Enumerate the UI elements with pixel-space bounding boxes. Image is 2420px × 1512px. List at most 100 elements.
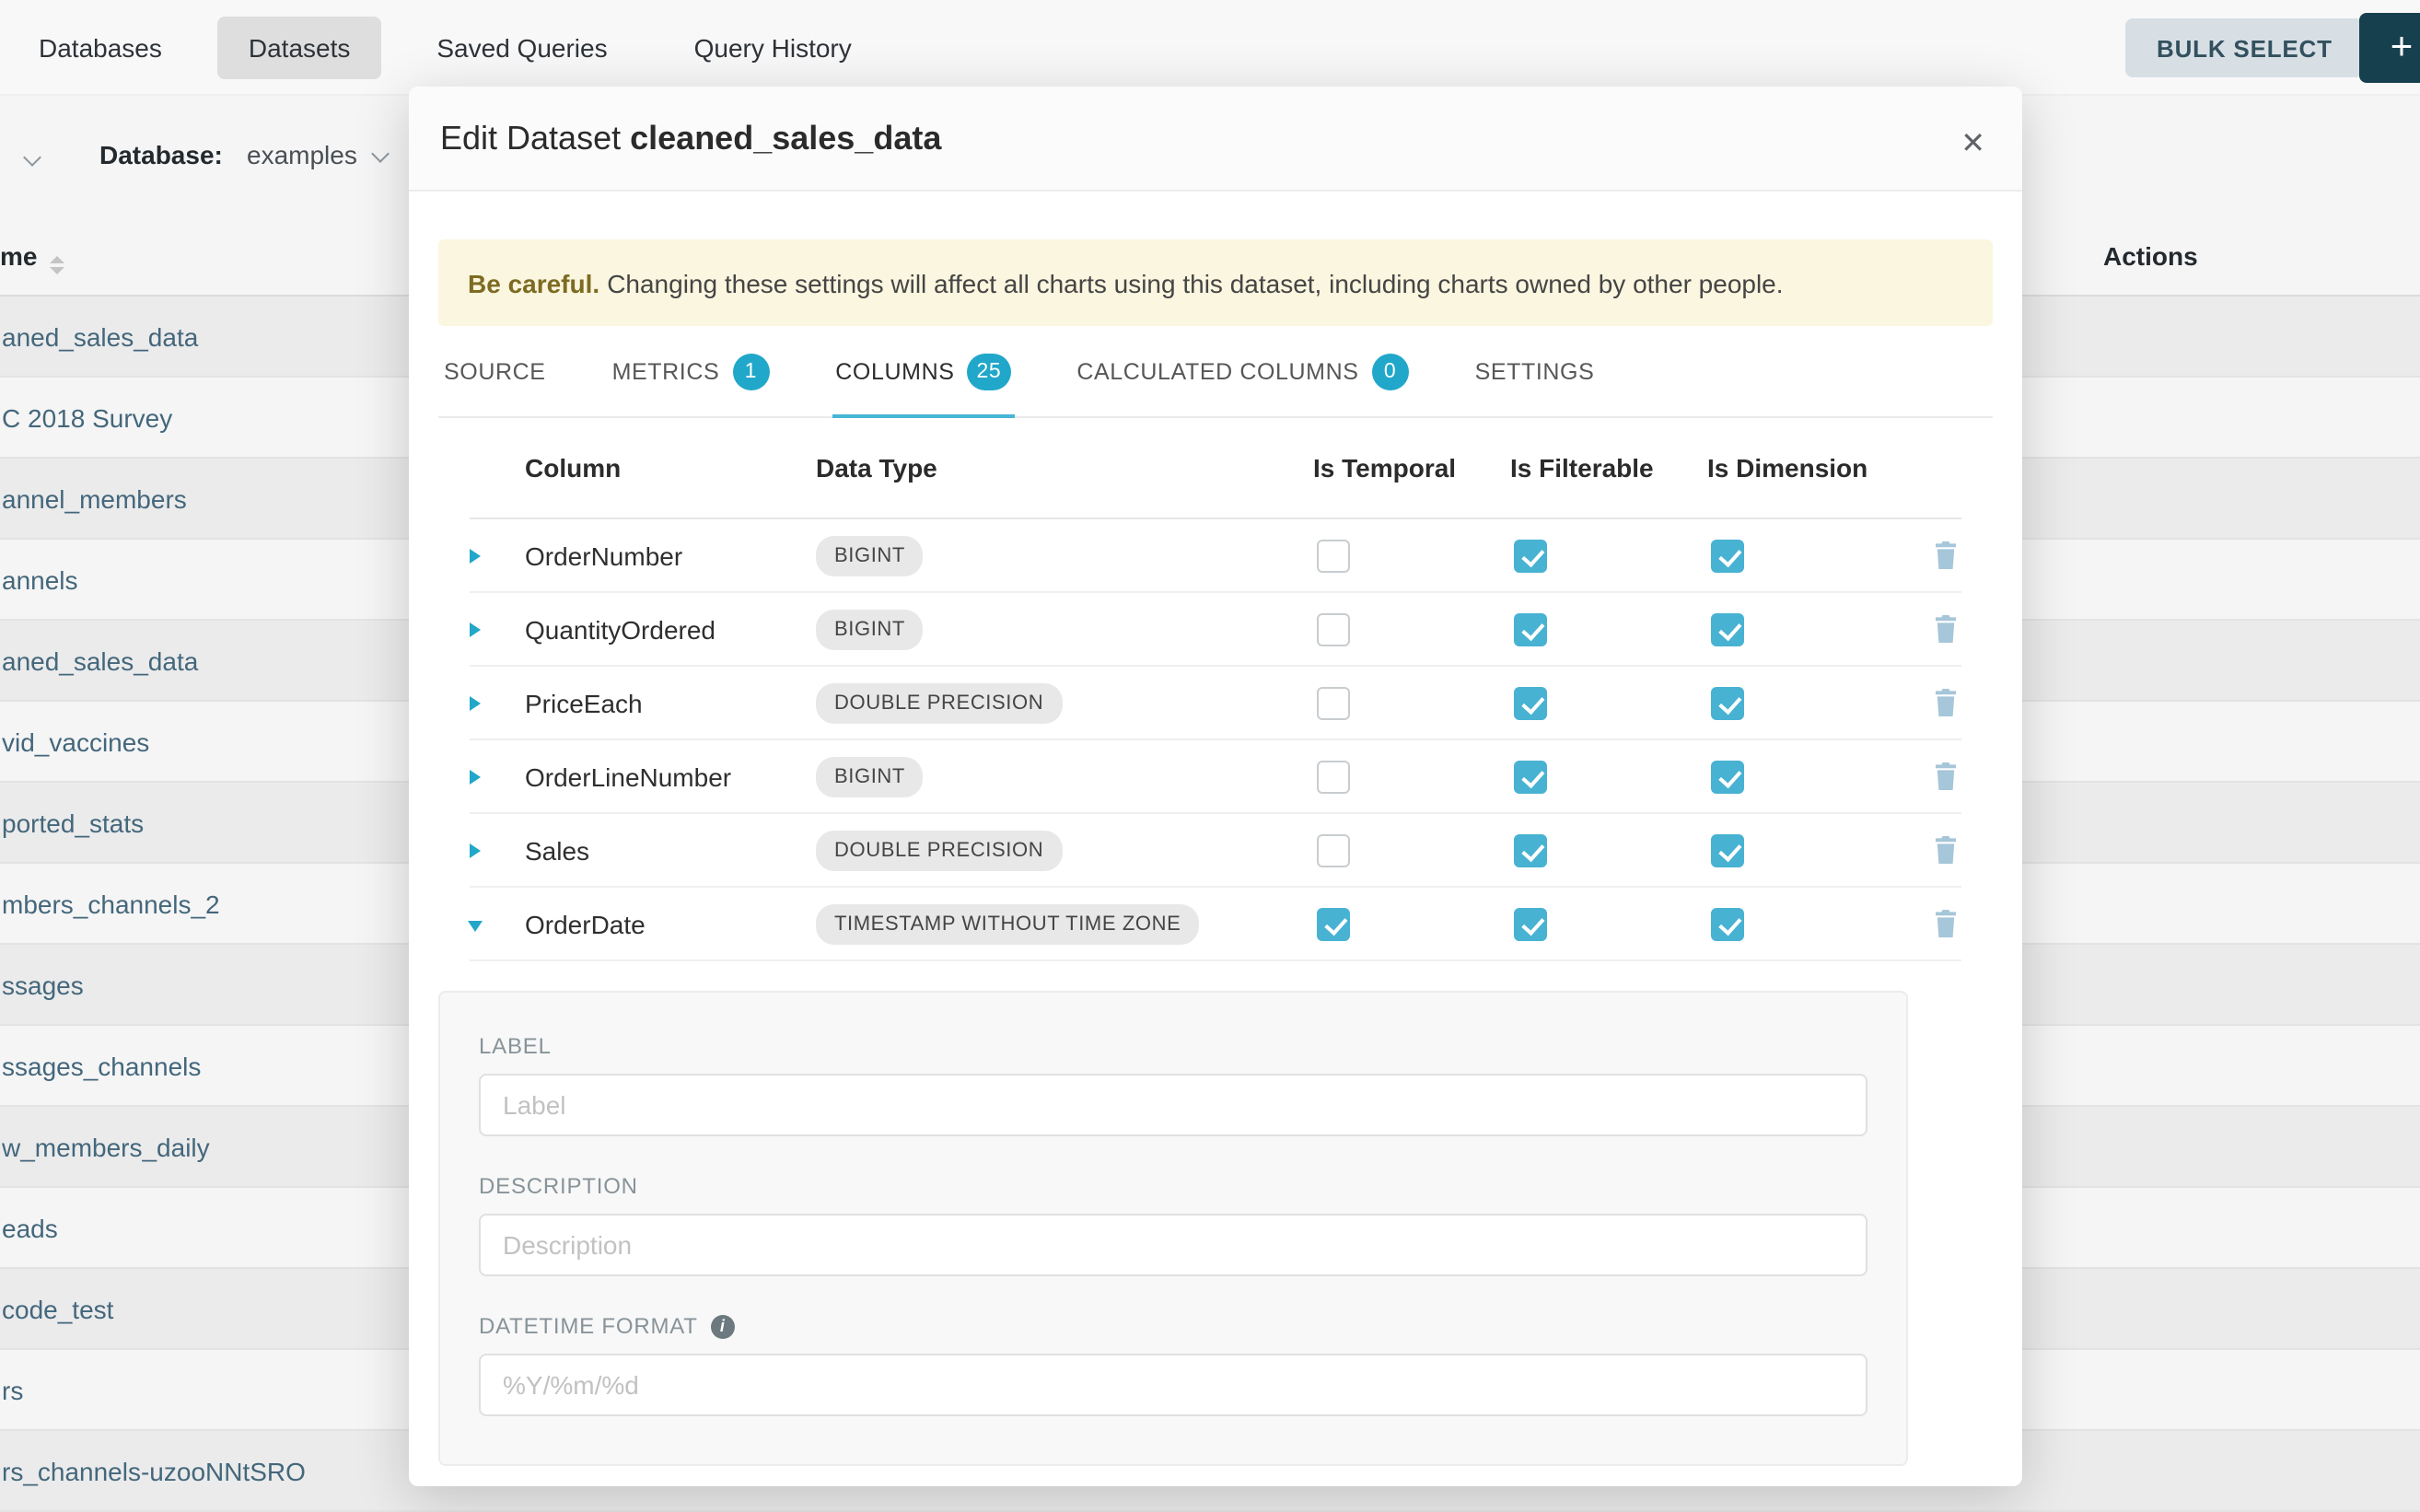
nav-item-databases[interactable]: Databases (7, 16, 193, 78)
column-name: OrderDate (525, 909, 816, 938)
is-dimension-checkbox[interactable] (1711, 686, 1744, 719)
calculated-columns-count-badge: 0 (1372, 354, 1409, 390)
dataset-link[interactable]: rs_channels-uzooNNtSRO (2, 1456, 306, 1485)
table-row: QuantityOrdered BIGINT (470, 593, 1961, 667)
columns-table: Column Data Type Is Temporal Is Filterab… (470, 418, 1961, 961)
tab-calculated-columns[interactable]: CALCULATED COLUMNS 0 (1073, 326, 1412, 416)
table-row: OrderDate TIMESTAMP WITHOUT TIME ZONE (470, 888, 1961, 961)
delete-column-icon[interactable] (1930, 836, 1961, 864)
tab-metrics[interactable]: METRICS 1 (609, 326, 774, 416)
is-temporal-header: Is Temporal (1313, 453, 1510, 483)
top-nav: Databases Datasets Saved Queries Query H… (0, 0, 2420, 96)
expand-caret-icon[interactable] (470, 843, 481, 857)
is-dimension-checkbox[interactable] (1711, 833, 1744, 866)
is-temporal-checkbox[interactable] (1317, 612, 1350, 646)
expand-caret-icon[interactable] (470, 548, 481, 563)
sort-icon[interactable] (50, 256, 64, 274)
delete-column-icon[interactable] (1930, 689, 1961, 716)
nav-item-datasets[interactable]: Datasets (217, 16, 382, 78)
delete-column-icon[interactable] (1930, 541, 1961, 569)
bulk-select-button[interactable]: BULK SELECT (2125, 18, 2364, 77)
dataset-link[interactable]: annel_members (2, 483, 187, 513)
dataset-link[interactable]: vid_vaccines (2, 727, 149, 756)
is-dimension-header: Is Dimension (1707, 453, 1930, 483)
is-filterable-checkbox[interactable] (1514, 833, 1547, 866)
is-temporal-checkbox[interactable] (1317, 686, 1350, 719)
tab-settings[interactable]: SETTINGS (1472, 326, 1599, 416)
is-filterable-checkbox[interactable] (1514, 760, 1547, 793)
column-header: Column (525, 453, 816, 483)
is-dimension-checkbox[interactable] (1711, 612, 1744, 646)
dataset-link[interactable]: annels (2, 564, 78, 594)
is-dimension-checkbox[interactable] (1711, 760, 1744, 793)
modal-title-dataset-name: cleaned_sales_data (630, 119, 941, 156)
is-filterable-checkbox[interactable] (1514, 539, 1547, 572)
add-dataset-button[interactable]: + (2359, 13, 2420, 83)
data-type-pill: DOUBLE PRECISION (816, 682, 1062, 723)
tab-label: SOURCE (444, 359, 546, 385)
close-icon[interactable]: ✕ (1960, 125, 1985, 162)
is-filterable-checkbox[interactable] (1514, 907, 1547, 940)
is-temporal-checkbox[interactable] (1317, 760, 1350, 793)
delete-column-icon[interactable] (1930, 615, 1961, 643)
dataset-link[interactable]: ssages_channels (2, 1051, 201, 1080)
nav-item-saved-queries[interactable]: Saved Queries (405, 16, 638, 78)
expand-caret-icon[interactable] (470, 622, 481, 636)
collapse-caret-icon[interactable] (468, 920, 483, 931)
description-input[interactable] (479, 1214, 1867, 1276)
dataset-link[interactable]: mbers_channels_2 (2, 889, 220, 918)
expand-caret-icon[interactable] (470, 769, 481, 784)
tab-label: CALCULATED COLUMNS (1076, 359, 1358, 385)
data-type-header: Data Type (816, 453, 1313, 483)
is-filterable-checkbox[interactable] (1514, 612, 1547, 646)
delete-column-icon[interactable] (1930, 762, 1961, 790)
name-column-header[interactable]: me (0, 241, 64, 274)
database-filter-select[interactable]: examples (247, 140, 387, 169)
dataset-link[interactable]: rs (2, 1375, 23, 1404)
is-temporal-checkbox[interactable] (1317, 539, 1350, 572)
table-row: Sales DOUBLE PRECISION (470, 814, 1961, 888)
datetime-format-input[interactable] (479, 1354, 1867, 1416)
dataset-link[interactable]: w_members_daily (2, 1132, 210, 1161)
actions-column-header: Actions (2103, 241, 2198, 271)
dataset-link[interactable]: aned_sales_data (2, 646, 198, 675)
label-field-group: LABEL (479, 1033, 1867, 1136)
tab-columns[interactable]: COLUMNS 25 (832, 326, 1014, 416)
modal-title-prefix: Edit Dataset (440, 119, 621, 156)
app-root: Databases Datasets Saved Queries Query H… (0, 0, 2420, 1486)
datetime-format-field-label: DATETIME FORMAT (479, 1313, 698, 1339)
data-type-pill: BIGINT (816, 609, 924, 649)
tab-label: SETTINGS (1475, 359, 1595, 385)
table-row: OrderLineNumber BIGINT (470, 740, 1961, 814)
tab-label: COLUMNS (835, 359, 954, 385)
delete-column-icon[interactable] (1930, 910, 1961, 937)
info-icon[interactable]: i (711, 1314, 735, 1338)
dataset-link[interactable]: ported_stats (2, 808, 144, 837)
nav-item-query-history[interactable]: Query History (663, 16, 883, 78)
is-temporal-checkbox[interactable] (1317, 907, 1350, 940)
edit-dataset-modal: Edit Datasetcleaned_sales_data ✕ Be care… (409, 87, 2022, 1486)
modal-title: Edit Datasetcleaned_sales_data (440, 119, 941, 157)
tab-label: METRICS (612, 359, 720, 385)
tab-source[interactable]: SOURCE (440, 326, 550, 416)
database-filter-value: examples (247, 140, 357, 169)
chevron-down-icon (371, 144, 390, 162)
column-name: PriceEach (525, 688, 816, 717)
is-dimension-checkbox[interactable] (1711, 907, 1744, 940)
dataset-link[interactable]: eads (2, 1213, 58, 1242)
dataset-link[interactable]: code_test (2, 1294, 113, 1323)
dataset-link[interactable]: C 2018 Survey (2, 402, 172, 432)
data-type-pill: TIMESTAMP WITHOUT TIME ZONE (816, 903, 1199, 944)
chevron-down-icon[interactable] (23, 148, 41, 167)
is-dimension-checkbox[interactable] (1711, 539, 1744, 572)
is-filterable-header: Is Filterable (1510, 453, 1707, 483)
is-filterable-checkbox[interactable] (1514, 686, 1547, 719)
label-input[interactable] (479, 1074, 1867, 1136)
expand-caret-icon[interactable] (470, 695, 481, 710)
dataset-link[interactable]: ssages (2, 970, 84, 999)
columns-table-header: Column Data Type Is Temporal Is Filterab… (470, 418, 1961, 519)
dataset-link[interactable]: aned_sales_data (2, 321, 198, 351)
table-row: OrderNumber BIGINT (470, 519, 1961, 593)
is-temporal-checkbox[interactable] (1317, 833, 1350, 866)
warning-text: Changing these settings will affect all … (607, 268, 1783, 297)
